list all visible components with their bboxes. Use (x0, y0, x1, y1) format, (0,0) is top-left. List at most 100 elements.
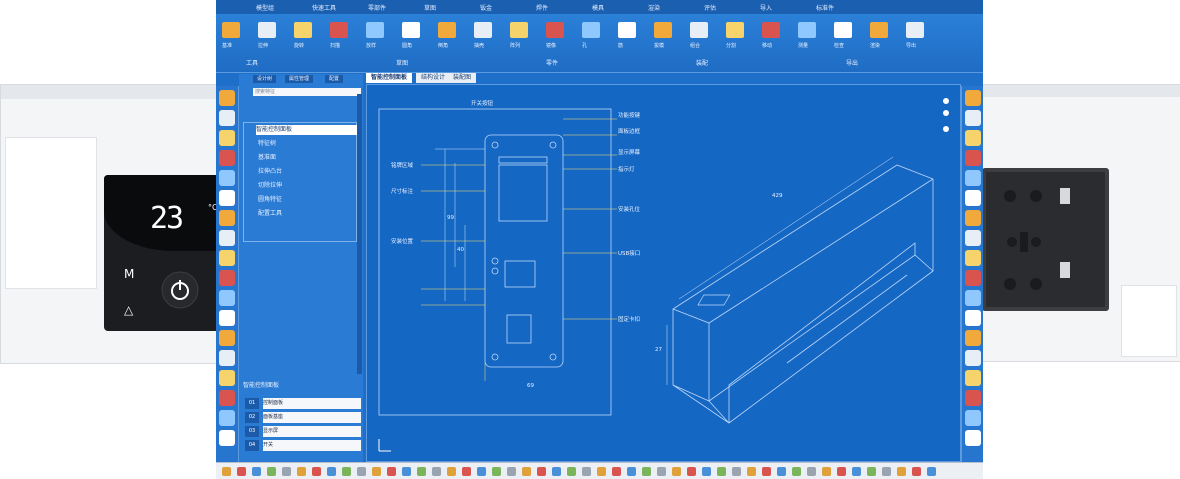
status-tool-icon[interactable] (507, 467, 516, 476)
status-tool-icon[interactable] (447, 467, 456, 476)
status-tool-icon[interactable] (402, 467, 411, 476)
status-tool-icon[interactable] (357, 467, 366, 476)
tool-icon[interactable] (965, 150, 981, 166)
tool-icon[interactable] (965, 290, 981, 306)
status-tool-icon[interactable] (462, 467, 471, 476)
tool-icon[interactable] (219, 90, 235, 106)
tool-icon[interactable] (219, 150, 235, 166)
tab-design-tree[interactable]: 设计树 (253, 75, 277, 83)
doc-tab-control-panel[interactable]: 智能控制面板 (366, 73, 413, 83)
status-tool-icon[interactable] (297, 467, 306, 476)
status-tool-icon[interactable] (342, 467, 351, 476)
ribbon-button[interactable] (906, 22, 924, 38)
status-tool-icon[interactable] (867, 467, 876, 476)
doc-tab-assembly[interactable]: 装配图 (448, 73, 477, 83)
menu-item[interactable]: 渲染 (648, 3, 660, 12)
status-tool-icon[interactable] (582, 467, 591, 476)
tool-icon[interactable] (219, 430, 235, 446)
status-tool-icon[interactable] (777, 467, 786, 476)
tool-icon[interactable] (219, 190, 235, 206)
tree-scrollbar[interactable] (357, 94, 362, 374)
status-tool-icon[interactable] (897, 467, 906, 476)
property-row[interactable]: 开关 (263, 440, 361, 451)
status-tool-icon[interactable] (597, 467, 606, 476)
menu-item[interactable]: 评估 (704, 3, 716, 12)
tool-icon[interactable] (965, 390, 981, 406)
status-tool-icon[interactable] (852, 467, 861, 476)
ribbon-button[interactable] (582, 22, 600, 38)
status-tool-icon[interactable] (822, 467, 831, 476)
menu-item[interactable]: 草图 (424, 3, 436, 12)
ribbon-button[interactable] (330, 22, 348, 38)
tree-item-config-tools[interactable]: 配置工具 (258, 209, 282, 219)
tool-icon[interactable] (965, 370, 981, 386)
tool-icon[interactable] (219, 210, 235, 226)
property-row[interactable]: 面板基座 (263, 412, 361, 423)
menu-item[interactable]: 焊件 (536, 3, 548, 12)
view-controls-icon[interactable] (939, 95, 953, 135)
menu-item[interactable]: 模具 (592, 3, 604, 12)
status-tool-icon[interactable] (237, 467, 246, 476)
ribbon-button[interactable] (438, 22, 456, 38)
ribbon-button[interactable] (618, 22, 636, 38)
menu-item[interactable]: 标准件 (816, 3, 834, 12)
status-tool-icon[interactable] (792, 467, 801, 476)
ribbon-button[interactable] (726, 22, 744, 38)
menu-item[interactable]: 零部件 (368, 3, 386, 12)
tool-icon[interactable] (965, 430, 981, 446)
status-tool-icon[interactable] (492, 467, 501, 476)
tool-icon[interactable] (219, 110, 235, 126)
status-tool-icon[interactable] (882, 467, 891, 476)
status-tool-icon[interactable] (282, 467, 291, 476)
status-tool-icon[interactable] (417, 467, 426, 476)
tool-icon[interactable] (965, 90, 981, 106)
tree-root[interactable]: 智能控制面板 (256, 125, 362, 135)
ribbon-button[interactable] (474, 22, 492, 38)
ribbon-button[interactable] (834, 22, 852, 38)
ribbon-button[interactable] (870, 22, 888, 38)
ribbon-button[interactable] (258, 22, 276, 38)
property-row[interactable]: 控制面板 (263, 398, 361, 409)
ribbon-button[interactable] (366, 22, 384, 38)
status-tool-icon[interactable] (627, 467, 636, 476)
tool-icon[interactable] (965, 350, 981, 366)
tool-icon[interactable] (965, 210, 981, 226)
status-tool-icon[interactable] (807, 467, 816, 476)
status-tool-icon[interactable] (537, 467, 546, 476)
tree-item-extrude-boss[interactable]: 拉伸凸台 (258, 167, 282, 177)
status-tool-icon[interactable] (702, 467, 711, 476)
status-tool-icon[interactable] (552, 467, 561, 476)
tool-icon[interactable] (219, 170, 235, 186)
tool-icon[interactable] (219, 310, 235, 326)
tool-icon[interactable] (965, 190, 981, 206)
tool-icon[interactable] (965, 270, 981, 286)
ribbon-button[interactable] (294, 22, 312, 38)
status-tool-icon[interactable] (522, 467, 531, 476)
tool-icon[interactable] (219, 350, 235, 366)
status-tool-icon[interactable] (642, 467, 651, 476)
ribbon-button[interactable] (690, 22, 708, 38)
status-tool-icon[interactable] (612, 467, 621, 476)
ribbon-button[interactable] (798, 22, 816, 38)
status-tool-icon[interactable] (252, 467, 261, 476)
ribbon-button[interactable] (654, 22, 672, 38)
tool-icon[interactable] (965, 310, 981, 326)
tool-icon[interactable] (219, 130, 235, 146)
status-tool-icon[interactable] (747, 467, 756, 476)
tool-icon[interactable] (219, 250, 235, 266)
tool-icon[interactable] (965, 170, 981, 186)
tool-icon[interactable] (965, 330, 981, 346)
doc-tab-structure[interactable]: 结构设计 (416, 73, 451, 83)
tree-item-fillet[interactable]: 圆角特征 (258, 195, 282, 205)
tree-item-datum-plane[interactable]: 基准面 (258, 153, 276, 163)
menu-item[interactable]: 钣金 (480, 3, 492, 12)
tool-icon[interactable] (965, 230, 981, 246)
status-tool-icon[interactable] (267, 467, 276, 476)
tool-icon[interactable] (219, 390, 235, 406)
status-tool-icon[interactable] (567, 467, 576, 476)
status-tool-icon[interactable] (672, 467, 681, 476)
status-tool-icon[interactable] (432, 467, 441, 476)
tool-icon[interactable] (219, 370, 235, 386)
status-tool-icon[interactable] (327, 467, 336, 476)
ribbon-button[interactable] (402, 22, 420, 38)
